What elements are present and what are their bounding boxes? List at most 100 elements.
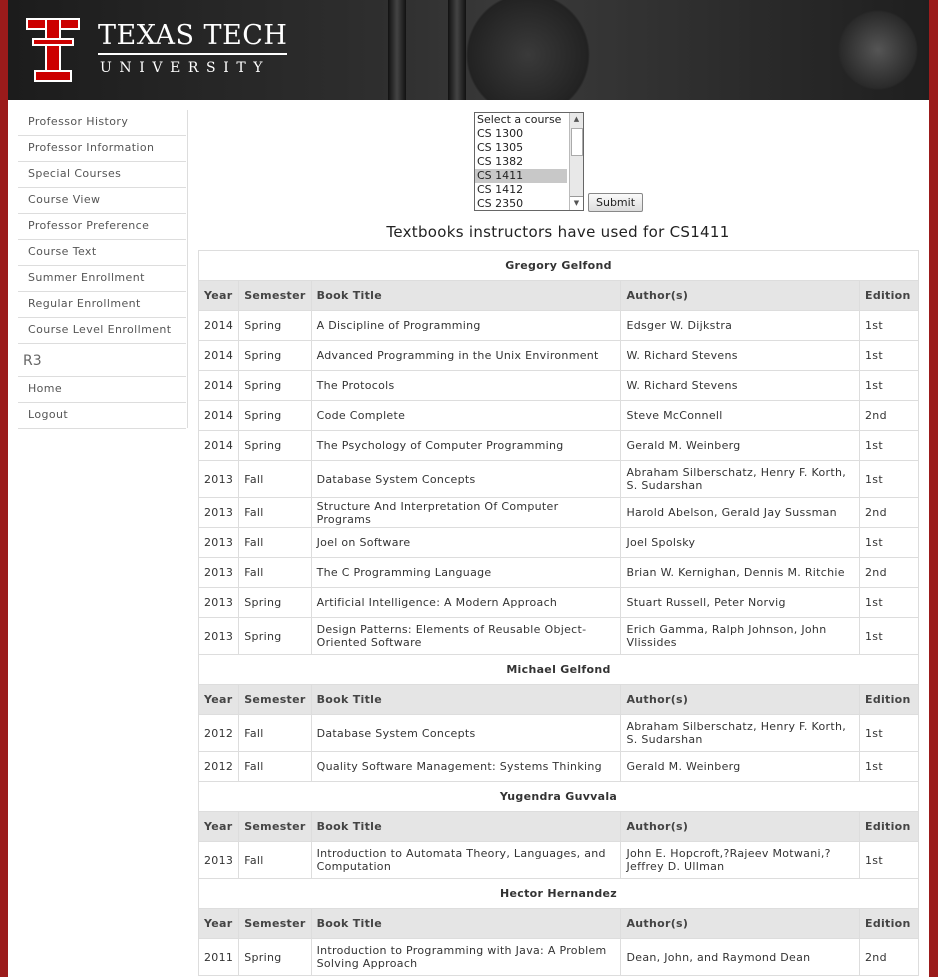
year-cell: 2014 [197, 310, 240, 341]
authors-cell: W. Richard Stevens [620, 370, 860, 401]
book-title-cell: Introduction to Automata Theory, Languag… [310, 841, 622, 879]
column-header: Book Title [310, 908, 622, 939]
scroll-down-arrow-icon[interactable]: ▼ [570, 196, 583, 210]
book-title-cell: Structure And Interpretation Of Computer… [310, 497, 622, 528]
year-cell: 2012 [197, 751, 240, 782]
table-row: 2013 Fall Structure And Interpretation Of … [197, 497, 919, 528]
column-header: Year [197, 811, 240, 842]
table-row: 2014 Spring Advanced Programming in the Un… [197, 340, 919, 371]
nav-section-heading: R3 [18, 344, 186, 377]
course-option[interactable]: CS 1305 [475, 141, 567, 155]
book-title-cell: Advanced Programming in the Unix Environ… [310, 340, 622, 371]
course-option[interactable]: CS 1382 [475, 155, 567, 169]
table-row: 2014 Spring A Discipline of Programming Eds… [197, 310, 919, 341]
edition-cell: 1st [859, 527, 919, 558]
site-header: TEXAS TECH UNIVERSITY [8, 0, 929, 100]
edition-cell: 1st [859, 310, 919, 341]
year-cell: 2011 [197, 938, 240, 976]
course-option[interactable]: CS 1412 [475, 183, 567, 197]
column-header: Author(s) [620, 684, 860, 715]
semester-cell: Spring [238, 340, 312, 371]
year-cell: 2013 [197, 617, 240, 655]
semester-cell: Spring [238, 938, 312, 976]
nav-home[interactable]: Home [18, 377, 186, 403]
year-cell: 2014 [197, 400, 240, 431]
nav-professor-preference[interactable]: Professor Preference [18, 214, 186, 240]
year-cell: 2013 [197, 557, 240, 588]
submit-button[interactable]: Submit [588, 193, 643, 212]
authors-cell: Brian W. Kernighan, Dennis M. Ritchie [620, 557, 860, 588]
sidebar-nav: Professor History Professor Information … [18, 110, 186, 429]
header-pillar [448, 0, 466, 100]
authors-cell: Abraham Silberschatz, Henry F. Korth, S.… [620, 460, 860, 498]
edition-cell: 1st [859, 617, 919, 655]
book-title-cell: Code Complete [310, 400, 622, 431]
table-row: 2013 Fall Introduction to Automata Theory,… [197, 841, 919, 879]
select-scrollbar[interactable]: ▲ ▼ [569, 113, 583, 210]
semester-cell: Spring [238, 370, 312, 401]
semester-cell: Spring [238, 587, 312, 618]
course-option[interactable]: CS 1300 [475, 127, 567, 141]
table-row: 2014 Spring The Psychology of Computer Pro… [197, 430, 919, 461]
column-header: Edition [859, 908, 919, 939]
page-frame: TEXAS TECH UNIVERSITY Professor History … [8, 0, 929, 977]
column-header: Semester [238, 908, 312, 939]
column-header: Author(s) [620, 908, 860, 939]
authors-cell: Dean, John, and Raymond Dean [620, 938, 860, 976]
sidebar-divider [187, 110, 188, 428]
table-row: 2012 Fall Quality Software Management: Sys… [197, 751, 919, 782]
book-title-cell: The Protocols [310, 370, 622, 401]
column-header: Year [197, 908, 240, 939]
edition-cell: 1st [859, 714, 919, 752]
professor-name: Gregory Gelfond [198, 250, 919, 281]
column-header: Year [197, 684, 240, 715]
course-option[interactable]: CS 2350 [475, 197, 567, 210]
edition-cell: 2nd [859, 497, 919, 528]
book-title-cell: A Discipline of Programming [310, 310, 622, 341]
semester-cell: Spring [238, 617, 312, 655]
book-title-cell: Introduction to Programming with Java: A… [310, 938, 622, 976]
nav-course-view[interactable]: Course View [18, 188, 186, 214]
nav-special-courses[interactable]: Special Courses [18, 162, 186, 188]
scroll-thumb[interactable] [571, 128, 583, 156]
nav-professor-information[interactable]: Professor Information [18, 136, 186, 162]
edition-cell: 1st [859, 340, 919, 371]
book-title-cell: Database System Concepts [310, 714, 622, 752]
nav-summer-enrollment[interactable]: Summer Enrollment [18, 266, 186, 292]
column-header: Author(s) [620, 280, 860, 311]
textbooks-table: Gregory Gelfond Year Semester Book Title Aut… [197, 250, 919, 976]
authors-cell: Erich Gamma, Ralph Johnson, John Vlissid… [620, 617, 860, 655]
professor-name: Michael Gelfond [198, 654, 919, 685]
nav-regular-enrollment[interactable]: Regular Enrollment [18, 292, 186, 318]
nav-course-text[interactable]: Course Text [18, 240, 186, 266]
edition-cell: 1st [859, 430, 919, 461]
edition-cell: 2nd [859, 938, 919, 976]
semester-cell: Fall [238, 557, 312, 588]
year-cell: 2014 [197, 430, 240, 461]
semester-cell: Fall [238, 460, 312, 498]
book-title-cell: Design Patterns: Elements of Reusable Ob… [310, 617, 622, 655]
nav-professor-history[interactable]: Professor History [18, 110, 186, 136]
authors-cell: John E. Hopcroft,?Rajeev Motwani,? Jeffr… [620, 841, 860, 879]
nav-course-level-enrollment[interactable]: Course Level Enrollment [18, 318, 186, 344]
book-title-cell: Quality Software Management: Systems Thi… [310, 751, 622, 782]
double-t-logo-icon[interactable] [26, 18, 80, 82]
semester-cell: Fall [238, 751, 312, 782]
book-title-cell: The Psychology of Computer Programming [310, 430, 622, 461]
year-cell: 2013 [197, 527, 240, 558]
column-header: Author(s) [620, 811, 860, 842]
authors-cell: Abraham Silberschatz, Henry F. Korth, S.… [620, 714, 860, 752]
book-title-cell: Database System Concepts [310, 460, 622, 498]
table-row: 2013 Spring Design Patterns: Elements of R… [197, 617, 919, 655]
scroll-up-arrow-icon[interactable]: ▲ [570, 113, 583, 126]
course-option[interactable]: Select a course [475, 113, 567, 127]
course-select-list[interactable]: Select a course CS 1300 CS 1305 CS 1382 … [474, 112, 584, 211]
table-row: 2012 Fall Database System Concepts Abraham … [197, 714, 919, 752]
semester-cell: Spring [238, 400, 312, 431]
edition-cell: 1st [859, 460, 919, 498]
table-row: 2014 Spring The Protocols W. Richard Steven… [197, 370, 919, 401]
nav-logout[interactable]: Logout [18, 403, 186, 429]
semester-cell: Fall [238, 527, 312, 558]
column-header: Book Title [310, 811, 622, 842]
course-option-selected[interactable]: CS 1411 [475, 169, 567, 183]
